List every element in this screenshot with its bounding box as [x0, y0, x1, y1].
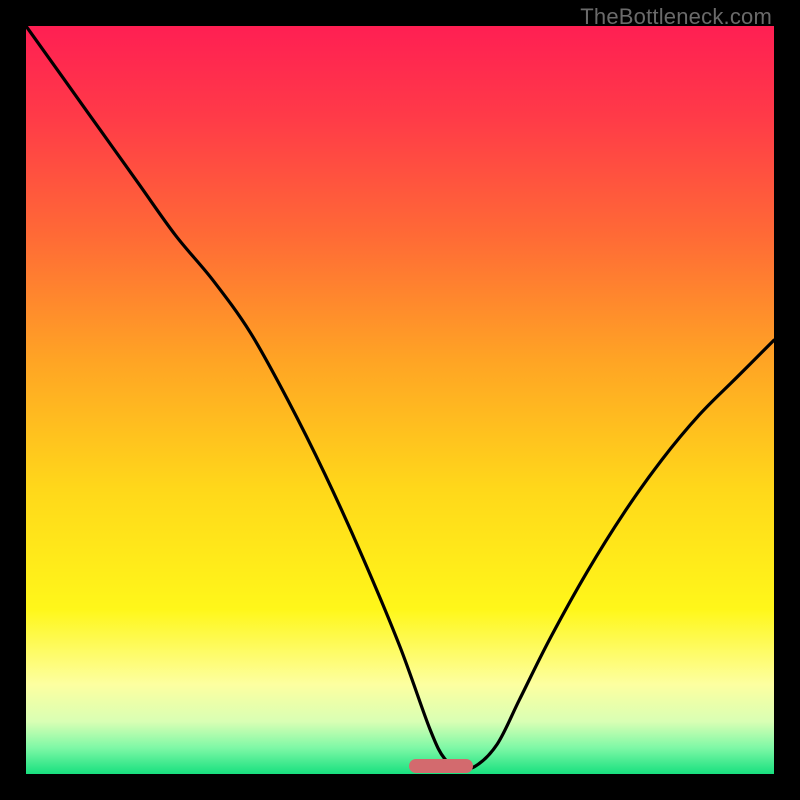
- chart-frame: TheBottleneck.com: [0, 0, 800, 800]
- optimal-range-marker: [409, 759, 473, 773]
- bottleneck-curve: [26, 26, 774, 774]
- plot-area: [26, 26, 774, 774]
